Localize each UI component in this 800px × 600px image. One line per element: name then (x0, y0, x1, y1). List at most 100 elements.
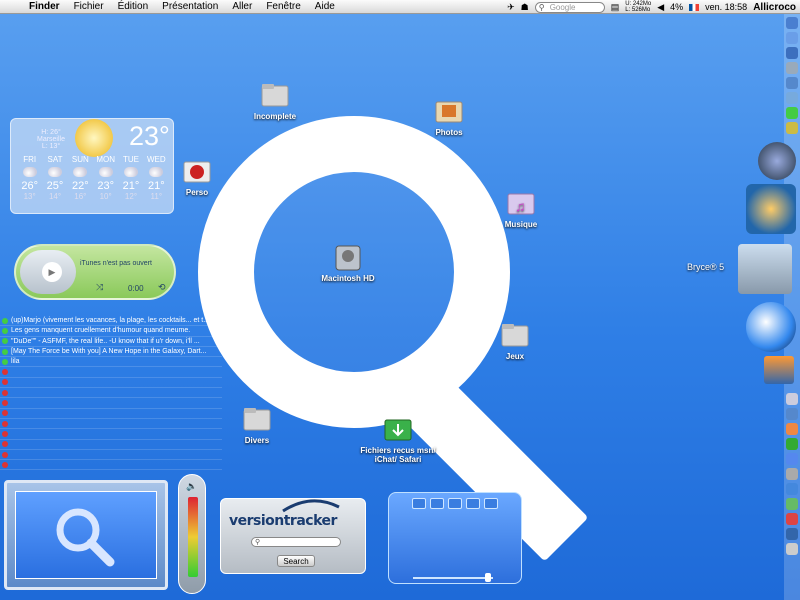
dock-app-icon[interactable] (786, 423, 798, 435)
desktop-icon-label: Photos (435, 128, 463, 137)
dock-eye-app-icon[interactable] (746, 184, 796, 234)
buddy-row[interactable]: Les gens manquent cruellement d'humour q… (0, 326, 222, 337)
dock-app-icon[interactable] (786, 498, 798, 510)
resizer-tab[interactable] (466, 498, 480, 509)
shuffle-icon[interactable]: ⤨ (96, 282, 103, 293)
menu-extra-icon[interactable]: ▤ (611, 2, 620, 13)
desktop-icon-jeux[interactable]: Jeux (470, 320, 560, 361)
desktop-icon-macintosh-hd[interactable]: Macintosh HD (303, 242, 393, 283)
forecast-day-name: SAT (47, 155, 63, 164)
itunes-time: 0:00 (128, 284, 144, 293)
resizer-tab[interactable] (412, 498, 426, 509)
dock-app-icon[interactable] (786, 453, 798, 465)
resizer-tab[interactable] (430, 498, 444, 509)
weather-widget[interactable]: H: 26° Marseille L: 13° 23° FRI 26° 13° SA… (10, 118, 174, 214)
cloud-icon (149, 167, 164, 177)
dock-app-icon[interactable] (786, 47, 798, 59)
dock-app-icon[interactable] (786, 17, 798, 29)
menu-fenetre[interactable]: Fenêtre (259, 1, 307, 12)
memory-monitor[interactable]: U: 242Mo L: 526Mo (625, 1, 651, 13)
buddy-row[interactable] (0, 367, 222, 378)
image-resizer-widget[interactable] (388, 492, 522, 584)
buddy-row[interactable] (0, 460, 222, 471)
dock-app-icon[interactable] (786, 528, 798, 540)
status-offline-icon (2, 379, 8, 386)
buddy-row[interactable] (0, 419, 222, 430)
desktop-icon-musique[interactable]: ♫ Musique (476, 188, 566, 229)
play-button[interactable]: ▶ (42, 262, 62, 282)
buddy-row[interactable]: (up)Marjo (vivement les vacances, la pla… (0, 316, 222, 327)
menu-presentation[interactable]: Présentation (155, 1, 225, 12)
buddy-row[interactable] (0, 409, 222, 419)
dock-app-icon[interactable] (786, 483, 798, 495)
flag-icon[interactable] (689, 3, 700, 11)
repeat-icon[interactable]: ⟲ (158, 282, 166, 293)
status-offline-icon (2, 430, 8, 437)
buddy-row[interactable] (0, 440, 222, 450)
volume-slider[interactable] (188, 497, 198, 577)
dock-app-icon[interactable] (786, 393, 798, 405)
user-menu[interactable]: Allicroco (753, 2, 796, 13)
desktop-icon-fichiers-recus[interactable]: Fichiers recus msn/ iChat/ Safari (352, 414, 444, 464)
itunes-widget[interactable]: ▶ iTunes n'est pas ouvert ⤨ 0:00 ⟲ (14, 244, 176, 300)
dock-lower (784, 390, 800, 600)
iphoto-icon[interactable] (764, 356, 794, 384)
menu-bar: Finder Fichier Édition Présentation Alle… (0, 0, 800, 14)
buddy-row[interactable]: [May The Force be With you] A New Hope i… (0, 347, 222, 358)
forecast-low: 12° (124, 192, 138, 201)
resizer-size-slider[interactable] (413, 577, 493, 579)
buddy-row[interactable] (0, 450, 222, 461)
buddy-row[interactable]: "DuDe"" - ASFMF, the real life.. -U know… (0, 337, 222, 347)
menu-app-finder[interactable]: Finder (22, 1, 67, 12)
buddy-row[interactable] (0, 378, 222, 389)
desktop-icon-label: Divers (244, 436, 270, 445)
volume-icon[interactable]: ◀ (657, 2, 664, 13)
buddy-row[interactable]: lila (0, 357, 222, 368)
buddy-row[interactable] (0, 398, 222, 409)
desktop-icon-photos[interactable]: Photos (404, 96, 494, 137)
dock-app-icon[interactable] (786, 438, 798, 450)
buddy-row[interactable] (0, 429, 222, 440)
mem-free: L: 526Mo (625, 7, 651, 13)
dock-app-icon[interactable] (786, 122, 798, 134)
folder-icon (498, 320, 532, 350)
bryce-app-icon[interactable] (738, 244, 792, 294)
dock-sphere-app-icon[interactable] (746, 302, 796, 352)
resizer-tab[interactable] (484, 498, 498, 509)
versiontracker-search-input[interactable]: ⚲ (251, 537, 341, 547)
volume-widget[interactable]: 🔈 (178, 474, 206, 594)
cloud-icon (73, 167, 88, 177)
dock-app-icon[interactable] (786, 77, 798, 89)
dock-app-icon[interactable] (786, 92, 798, 104)
dock-app-icon[interactable] (786, 468, 798, 480)
forecast-day-name: MON (96, 155, 115, 164)
dock-app-icon[interactable] (786, 513, 798, 525)
dock-app-icon[interactable] (786, 408, 798, 420)
menu-edition[interactable]: Édition (111, 1, 156, 12)
battery-percent[interactable]: 4% (670, 2, 683, 12)
menu-aide[interactable]: Aide (308, 1, 342, 12)
versiontracker-search-button[interactable]: Search (277, 555, 315, 567)
desktop-icon-label: Perso (185, 188, 209, 197)
resizer-tab[interactable] (448, 498, 462, 509)
forecast-low: 13° (23, 192, 36, 201)
menu-fichier[interactable]: Fichier (67, 1, 111, 12)
resizer-slider-knob[interactable] (485, 573, 491, 582)
forecast-day-name: WED (146, 155, 166, 164)
dock-app-icon[interactable] (786, 107, 798, 119)
dock-app-icon-large[interactable] (758, 142, 796, 180)
dock-app-icon[interactable] (786, 32, 798, 44)
dock-app-icon[interactable] (786, 543, 798, 555)
desktop-icon-divers[interactable]: Divers (212, 404, 302, 445)
buddy-row[interactable] (0, 388, 222, 399)
menu-aller[interactable]: Aller (225, 1, 259, 12)
desktop-icon-incomplete[interactable]: Incomplete (230, 80, 320, 121)
sun-icon (75, 119, 113, 157)
dock-app-icon[interactable] (786, 62, 798, 74)
bird-icon[interactable]: ✈ (507, 2, 515, 13)
clock[interactable]: ven. 18:58 (705, 2, 747, 12)
alien-icon[interactable]: ☗ (521, 2, 529, 13)
google-search-field[interactable]: ⚲ Google (534, 1, 605, 13)
music-folder-icon: ♫ (504, 188, 538, 218)
spotlight-widget[interactable] (4, 480, 168, 590)
